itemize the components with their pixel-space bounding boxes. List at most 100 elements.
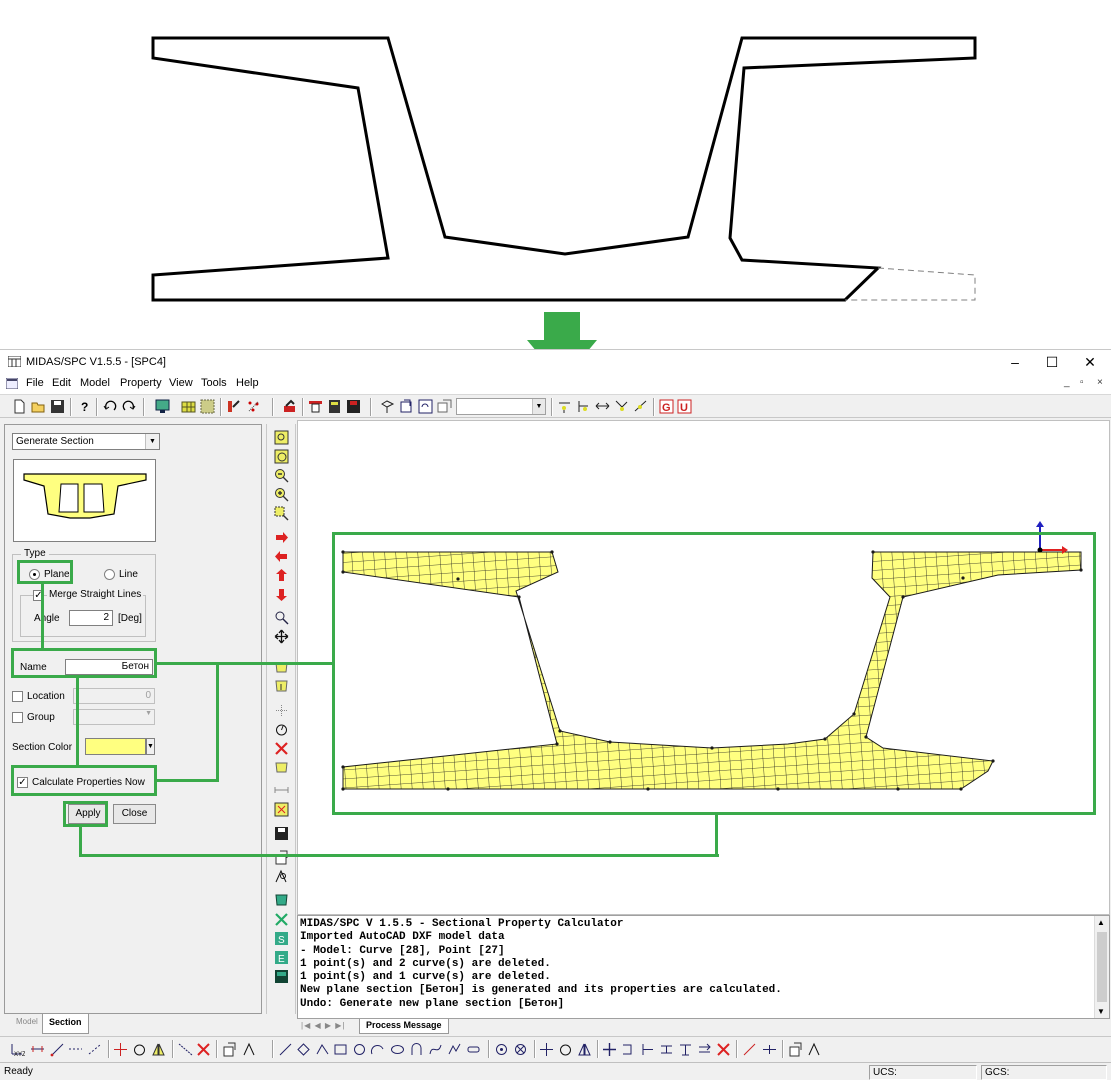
- split-line-icon[interactable]: [762, 1042, 777, 1057]
- fillet-icon[interactable]: [447, 1042, 462, 1057]
- polyline-icon[interactable]: [315, 1042, 330, 1057]
- tool-icon[interactable]: [282, 399, 297, 414]
- intersect-icon[interactable]: [602, 1042, 617, 1057]
- node-select-icon[interactable]: [274, 703, 289, 718]
- menu-view[interactable]: View: [169, 377, 193, 389]
- snap-icon[interactable]: [200, 399, 215, 414]
- edit-icon[interactable]: [614, 399, 629, 414]
- pan-right-icon[interactable]: [274, 530, 289, 545]
- split-icon[interactable]: [633, 399, 648, 414]
- measure-entity-icon[interactable]: [807, 1042, 822, 1057]
- trim-icon[interactable]: [178, 1042, 193, 1057]
- swap-icon[interactable]: [697, 1042, 712, 1057]
- mode-select[interactable]: Generate Section ▼: [12, 433, 160, 450]
- zoom-fit-icon[interactable]: [274, 430, 289, 445]
- window-icon[interactable]: [437, 399, 452, 414]
- move-view-icon[interactable]: [274, 629, 289, 644]
- menu-property[interactable]: Property: [120, 377, 162, 389]
- open-icon[interactable]: [31, 399, 46, 414]
- pan-up-icon[interactable]: [274, 568, 289, 583]
- ellipse-icon[interactable]: [390, 1042, 405, 1057]
- curve-icon[interactable]: [576, 399, 591, 414]
- message-scrollbar[interactable]: ▲ ▼: [1094, 916, 1109, 1018]
- save-view-icon[interactable]: [274, 826, 289, 841]
- draw-line-icon[interactable]: [278, 1042, 293, 1057]
- maximize-button[interactable]: ☐: [1033, 350, 1071, 374]
- arch-icon[interactable]: [409, 1042, 424, 1057]
- node-cross-icon[interactable]: [539, 1042, 554, 1057]
- extend-icon[interactable]: [621, 1042, 636, 1057]
- zoom-region-icon[interactable]: [274, 506, 289, 521]
- property-icon[interactable]: [274, 869, 289, 884]
- u-icon[interactable]: U: [677, 399, 692, 414]
- line-tool-icon[interactable]: [50, 1042, 65, 1057]
- scroll-up-icon[interactable]: ▲: [1097, 918, 1105, 927]
- scroll-down-icon[interactable]: ▼: [1097, 1007, 1105, 1016]
- color-dropdown-button[interactable]: ▼: [146, 738, 155, 755]
- view-combo[interactable]: ▼: [456, 398, 546, 415]
- location-checkbox[interactable]: [12, 691, 23, 702]
- pan-down-icon[interactable]: [274, 587, 289, 602]
- section-edit-icon[interactable]: [274, 679, 289, 694]
- zoom-out-icon[interactable]: [274, 468, 289, 483]
- dimension-icon[interactable]: [274, 783, 289, 798]
- pan-left-icon[interactable]: [274, 549, 289, 564]
- delete-entity-icon[interactable]: [716, 1042, 731, 1057]
- copy-entity-icon[interactable]: [788, 1042, 803, 1057]
- delete-curve-icon[interactable]: [196, 1042, 211, 1057]
- green-e-icon[interactable]: E: [274, 950, 289, 965]
- mesh-icon[interactable]: [274, 802, 289, 817]
- group-select[interactable]: ▼: [73, 709, 155, 725]
- menu-file[interactable]: File: [26, 377, 44, 389]
- hole-icon[interactable]: [494, 1042, 509, 1057]
- circle-icon[interactable]: [352, 1042, 367, 1057]
- view-icon[interactable]: [399, 399, 414, 414]
- mirror-node-icon[interactable]: [577, 1042, 592, 1057]
- delete-hole-icon[interactable]: [513, 1042, 528, 1057]
- rectangle-icon[interactable]: [333, 1042, 348, 1057]
- menu-tools[interactable]: Tools: [201, 377, 227, 389]
- help-icon[interactable]: ?: [77, 399, 92, 414]
- zoom-window-icon[interactable]: [274, 449, 289, 464]
- undo-icon[interactable]: [103, 399, 118, 414]
- mirror-icon[interactable]: [151, 1042, 166, 1057]
- offset-icon[interactable]: [659, 1042, 674, 1057]
- rotate-node-icon[interactable]: [558, 1042, 573, 1057]
- mdi-restore-button[interactable]: ▫: [1080, 377, 1084, 388]
- points-icon[interactable]: [246, 399, 261, 414]
- new-icon[interactable]: [12, 399, 27, 414]
- pen-line-icon[interactable]: [742, 1042, 757, 1057]
- tab-process-message[interactable]: Process Message: [359, 1019, 449, 1034]
- minimize-button[interactable]: –: [996, 350, 1034, 374]
- slot-icon[interactable]: [466, 1042, 481, 1057]
- tab-model[interactable]: Model: [10, 1014, 44, 1034]
- zoom-in-icon[interactable]: [274, 487, 289, 502]
- display-icon[interactable]: [155, 399, 170, 414]
- copy-icon[interactable]: [222, 1042, 237, 1057]
- spline-icon[interactable]: [428, 1042, 443, 1057]
- hline-icon[interactable]: [30, 1042, 45, 1057]
- dash-line-icon[interactable]: [68, 1042, 83, 1057]
- rotate-icon[interactable]: [380, 399, 395, 414]
- calc-icon[interactable]: [327, 399, 342, 414]
- cross-node-icon[interactable]: [113, 1042, 128, 1057]
- move-icon[interactable]: [595, 399, 610, 414]
- refresh-icon[interactable]: [418, 399, 433, 414]
- measure-icon[interactable]: [242, 1042, 257, 1057]
- mdi-minimize-button[interactable]: _: [1064, 377, 1070, 388]
- dial-icon[interactable]: [132, 1042, 147, 1057]
- mdi-close-button[interactable]: ×: [1097, 377, 1103, 388]
- delete-icon[interactable]: [274, 741, 289, 756]
- rotate-view-icon[interactable]: [274, 722, 289, 737]
- section-color-swatch[interactable]: [85, 738, 146, 755]
- angle-field[interactable]: 2: [69, 610, 113, 626]
- break-icon[interactable]: [640, 1042, 655, 1057]
- dynamic-zoom-icon[interactable]: [274, 610, 289, 625]
- green-s-icon[interactable]: S: [274, 931, 289, 946]
- close-button[interactable]: Close: [113, 804, 156, 824]
- g-icon[interactable]: G: [659, 399, 674, 414]
- redo-icon[interactable]: [121, 399, 136, 414]
- grid-icon[interactable]: [181, 399, 196, 414]
- xyz-icon[interactable]: XYZ: [10, 1042, 25, 1057]
- close-window-button[interactable]: ✕: [1071, 350, 1109, 374]
